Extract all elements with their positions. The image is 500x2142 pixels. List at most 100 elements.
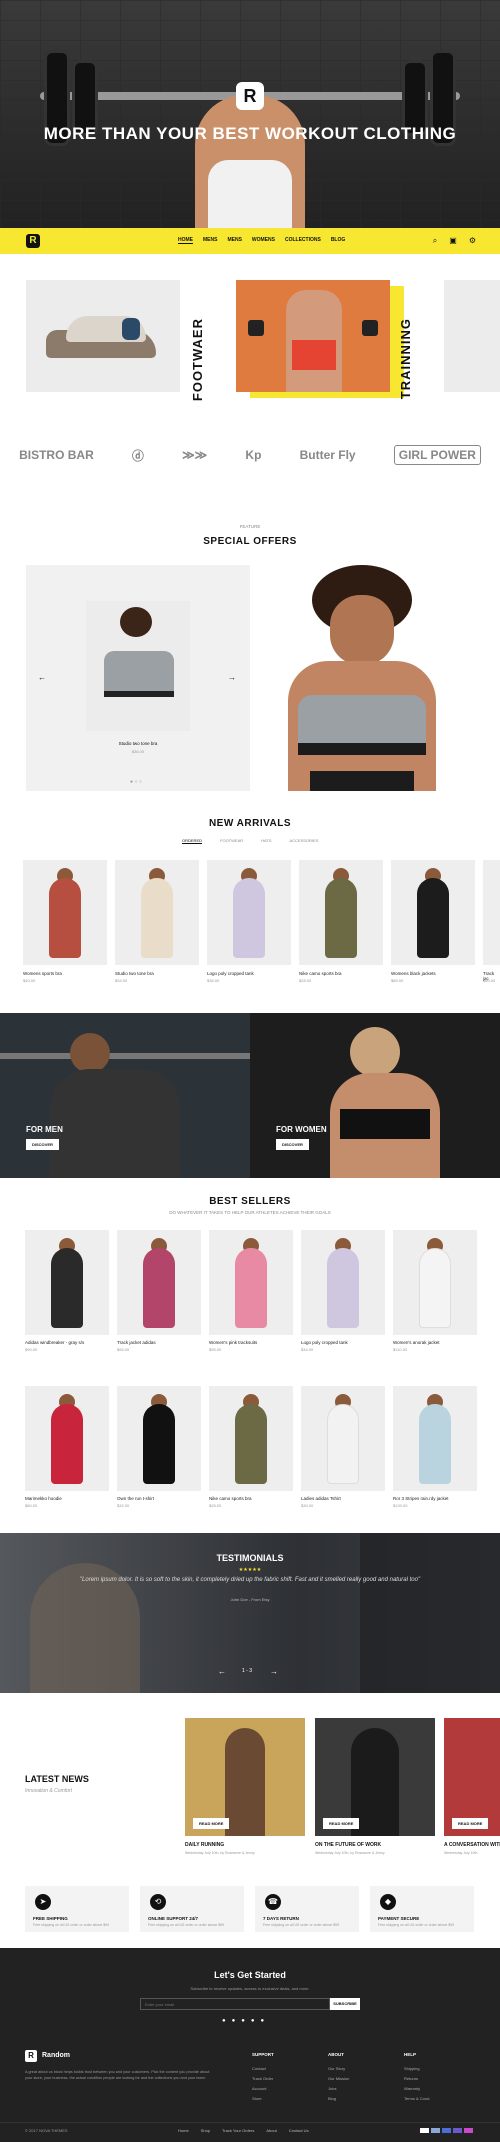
brand-logo[interactable]: BISTRO BAR bbox=[19, 448, 94, 462]
news-card-image[interactable]: READ MORE bbox=[444, 1718, 500, 1836]
footer-link-contact[interactable]: Contact Us bbox=[289, 2128, 309, 2133]
news-card-image[interactable]: READ MORE bbox=[315, 1718, 435, 1836]
special-product-name[interactable]: Studio two tone bra bbox=[26, 741, 250, 746]
pinterest-icon[interactable]: ● bbox=[232, 2018, 236, 2024]
product-name[interactable]: Womens sports bra bbox=[23, 971, 62, 976]
brand-logo[interactable]: ≫≫ bbox=[182, 448, 207, 462]
nav-item-mens[interactable]: MENS bbox=[227, 237, 241, 244]
category-training-label[interactable]: TRAINNING bbox=[398, 318, 413, 399]
brand-logo[interactable]: ⓓ bbox=[132, 447, 144, 464]
footer-logo-icon[interactable]: R bbox=[25, 2050, 37, 2062]
promo-men[interactable]: FOR MEN DISCOVER bbox=[0, 1013, 250, 1178]
footer-link[interactable]: Track Order bbox=[252, 2076, 273, 2081]
footer-link[interactable]: Our Story bbox=[328, 2066, 345, 2071]
discover-button[interactable]: DISCOVER bbox=[26, 1139, 59, 1150]
product-card[interactable] bbox=[301, 1386, 385, 1491]
footer-link[interactable]: Returns bbox=[404, 2076, 418, 2081]
product-name[interactable]: Studio two tone bra bbox=[115, 971, 154, 976]
footer-link[interactable]: Shipping bbox=[404, 2066, 420, 2071]
category-footwear-label[interactable]: FOOTWAER bbox=[190, 318, 205, 401]
read-more-button[interactable]: READ MORE bbox=[452, 1818, 489, 1829]
youtube-icon[interactable]: ● bbox=[261, 2018, 265, 2024]
subscribe-button[interactable]: SUBSCRIBE bbox=[330, 1998, 360, 2010]
brand-logo[interactable]: GIRL POWER bbox=[393, 445, 481, 465]
newsletter-email-input[interactable] bbox=[140, 1998, 330, 2010]
product-card[interactable] bbox=[209, 1386, 293, 1491]
footer-link[interactable]: Terms & Cond. bbox=[404, 2096, 430, 2101]
tab-ordered[interactable]: ORDERED bbox=[182, 838, 203, 844]
footer-link-shop[interactable]: Shop bbox=[201, 2128, 210, 2133]
product-card[interactable] bbox=[393, 1230, 477, 1335]
facebook-icon[interactable]: ● bbox=[222, 2018, 226, 2024]
instagram-icon[interactable]: ● bbox=[241, 2018, 245, 2024]
footer-link[interactable]: Warranty bbox=[404, 2086, 420, 2091]
nav-item-collections[interactable]: COLLECTIONS bbox=[285, 237, 321, 244]
nav-item-blog[interactable]: BLOG bbox=[331, 237, 345, 244]
news-card-image[interactable]: READ MORE bbox=[185, 1718, 305, 1836]
discover-button[interactable]: DISCOVER bbox=[276, 1139, 309, 1150]
product-card[interactable] bbox=[483, 860, 500, 965]
read-more-button[interactable]: READ MORE bbox=[193, 1818, 230, 1829]
tab-accessories[interactable]: ACCESSORIES bbox=[290, 838, 319, 844]
product-name[interactable]: Ror 3 Stripes rain.rdy jacket bbox=[393, 1496, 449, 1501]
category-training-image[interactable] bbox=[236, 280, 390, 392]
product-name[interactable]: Logo poly cropped tank bbox=[207, 971, 254, 976]
product-name[interactable]: Women's anorak jacket bbox=[393, 1340, 440, 1345]
footer-link-home[interactable]: Home bbox=[178, 2128, 189, 2133]
slider-dots[interactable]: ● ○ ○ bbox=[130, 779, 142, 785]
product-name[interactable]: Track jacket adidas bbox=[117, 1340, 156, 1345]
product-card[interactable] bbox=[115, 860, 199, 965]
tab-footwear[interactable]: FOOTWEAR bbox=[220, 838, 243, 844]
read-more-button[interactable]: READ MORE bbox=[323, 1818, 360, 1829]
news-post-title[interactable]: A CONVERSATION WITH bbox=[444, 1842, 500, 1848]
product-name[interactable]: Women's pink tracksuits bbox=[209, 1340, 257, 1345]
news-post-title[interactable]: ON THE FUTURE OF WORK bbox=[315, 1842, 381, 1848]
brand-logo[interactable]: Butter Fly bbox=[300, 448, 356, 462]
nav-logo[interactable]: R bbox=[26, 234, 40, 248]
product-card[interactable] bbox=[25, 1386, 109, 1491]
footer-link[interactable]: Contact bbox=[252, 2066, 266, 2071]
product-name[interactable]: Womens black jackets bbox=[391, 971, 436, 976]
product-card[interactable] bbox=[207, 860, 291, 965]
product-card[interactable] bbox=[23, 860, 107, 965]
promo-women[interactable]: FOR WOMEN DISCOVER bbox=[250, 1013, 500, 1178]
footer-link[interactable]: Blog bbox=[328, 2096, 336, 2101]
arrow-right-icon[interactable]: → bbox=[270, 1667, 278, 1676]
product-name[interactable]: Adidas windbreaker - gray s/s bbox=[25, 1340, 84, 1345]
product-name[interactable]: Marimekko hoodie bbox=[25, 1496, 62, 1501]
brand-logo[interactable]: Kp bbox=[245, 448, 261, 462]
search-icon[interactable]: ⌕ bbox=[433, 236, 437, 246]
nav-item-womens[interactable]: WOMENS bbox=[252, 237, 275, 244]
arrow-left-icon[interactable]: ← bbox=[218, 1667, 226, 1676]
category-next-image[interactable] bbox=[444, 280, 500, 392]
footer-link-about[interactable]: About bbox=[266, 2128, 276, 2133]
product-name[interactable]: Logo poly cropped tank bbox=[301, 1340, 348, 1345]
product-card[interactable] bbox=[209, 1230, 293, 1335]
twitter-icon[interactable]: ● bbox=[251, 2018, 255, 2024]
footer-link[interactable]: Jobs bbox=[328, 2086, 336, 2091]
product-card[interactable] bbox=[391, 860, 475, 965]
footer-link[interactable]: Store bbox=[252, 2096, 262, 2101]
news-post-title[interactable]: DAILY RUNNING bbox=[185, 1842, 224, 1848]
product-card[interactable] bbox=[25, 1230, 109, 1335]
footer-link-track[interactable]: Track Your Orders bbox=[222, 2128, 254, 2133]
nav-item-mens[interactable]: MENS bbox=[203, 237, 217, 244]
product-card[interactable] bbox=[117, 1230, 201, 1335]
brand-logo[interactable]: R bbox=[236, 82, 264, 110]
product-name[interactable]: Ladies adidas Tshirt bbox=[301, 1496, 341, 1501]
tab-hats[interactable]: HATS bbox=[261, 838, 271, 844]
product-name[interactable]: Own the run t-shirt bbox=[117, 1496, 154, 1501]
cart-icon[interactable]: ▣ bbox=[449, 236, 457, 246]
footer-link[interactable]: Account bbox=[252, 2086, 266, 2091]
nav-item-home[interactable]: HOME bbox=[178, 237, 193, 244]
arrow-left-icon[interactable]: ← bbox=[38, 673, 46, 682]
product-card[interactable] bbox=[117, 1386, 201, 1491]
category-footwear-image[interactable] bbox=[26, 280, 180, 392]
product-name[interactable]: Nike camo sports bra bbox=[299, 971, 342, 976]
arrow-right-icon[interactable]: → bbox=[228, 673, 236, 682]
product-card[interactable] bbox=[393, 1386, 477, 1491]
settings-icon[interactable]: ⚙ bbox=[469, 236, 476, 246]
footer-link[interactable]: Our Mission bbox=[328, 2076, 349, 2081]
product-name[interactable]: Nike camo sports bra bbox=[209, 1496, 252, 1501]
special-product-image[interactable] bbox=[86, 601, 190, 731]
